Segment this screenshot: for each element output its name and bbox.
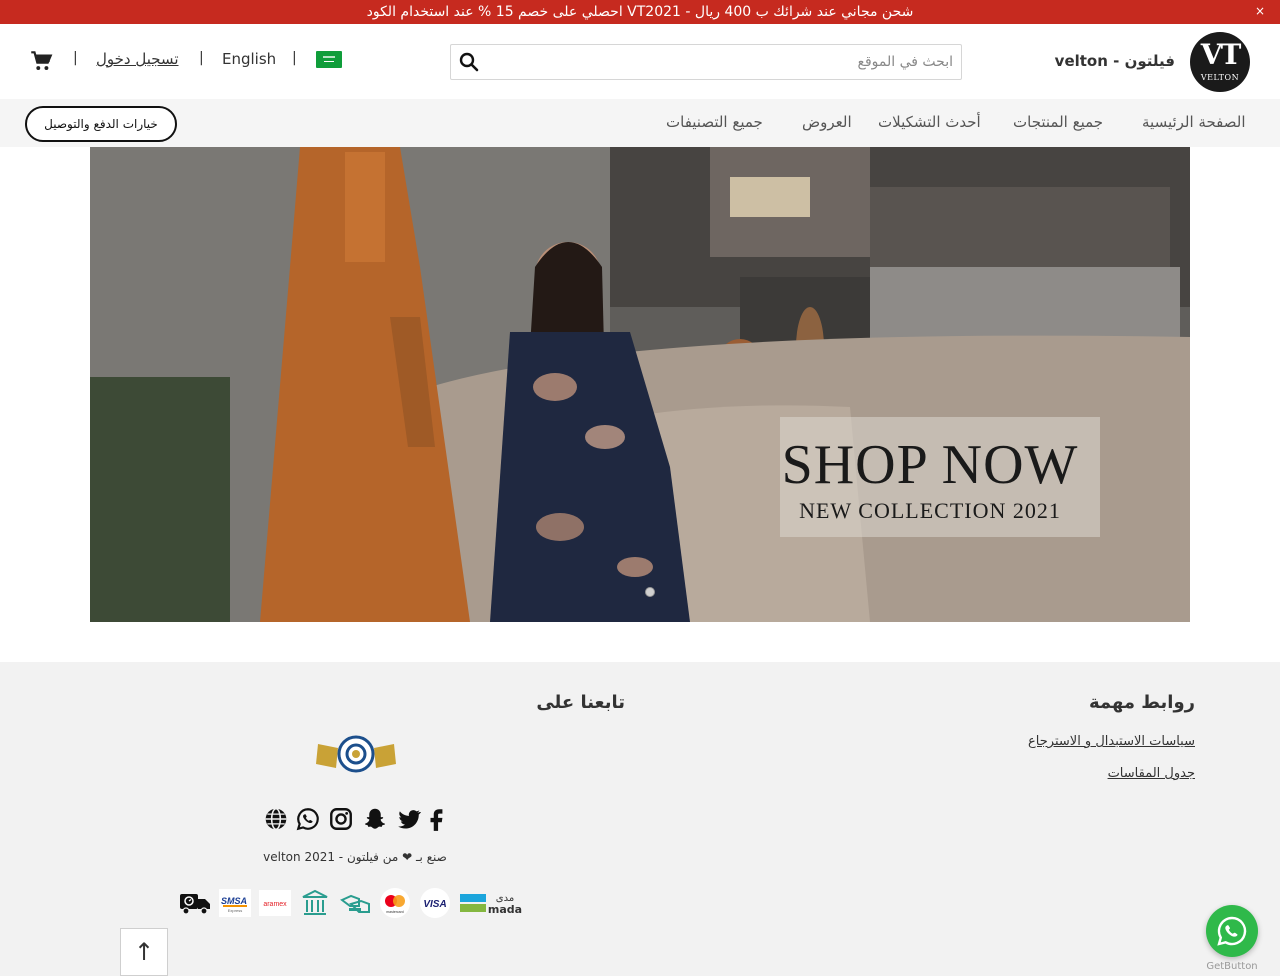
footer-links-title: روابط مهمة <box>1088 692 1195 713</box>
whatsapp-icon <box>1217 916 1247 946</box>
twitter-icon[interactable] <box>396 806 422 832</box>
close-icon[interactable]: × <box>1253 0 1267 24</box>
visa-label: VISA <box>423 899 446 910</box>
mastercard-logo-icon: mastercard <box>380 888 410 918</box>
separator: | <box>73 50 78 66</box>
footer-credit: صنع بـ ❤ من فيلتون - velton 2021 <box>263 850 447 864</box>
hero-subtitle: NEW COLLECTION 2021 <box>799 498 1061 523</box>
delivery-truck-icon <box>180 894 210 915</box>
saudi-flag-icon[interactable] <box>316 51 342 68</box>
mada-label: mada <box>488 903 522 916</box>
scroll-to-top-button[interactable]: ↑ <box>120 928 168 976</box>
separator: | <box>199 50 204 66</box>
bank-transfer-icon <box>302 889 328 915</box>
footer: روابط مهمة سياسات الاستبدال و الاسترجاع … <box>0 662 1280 976</box>
smsa-sub-label: Express <box>228 908 242 913</box>
announcement-bar: احصلي على خصم 15 % عند استخدام الكود VT2… <box>0 0 1280 24</box>
aramex-label: aramex <box>263 901 287 908</box>
mada-logo-icon: مدى mada <box>460 893 522 916</box>
nav-item-all-categories[interactable]: جميع التصنيفات <box>666 113 763 131</box>
aramex-logo-icon: aramex <box>259 890 291 916</box>
nav-item-latest-collections[interactable]: أحدث التشكيلات <box>878 113 981 131</box>
smsa-label: SMSA <box>221 896 247 906</box>
search-input[interactable] <box>491 45 953 79</box>
separator: | <box>292 50 297 66</box>
cash-on-delivery-icon <box>340 894 370 913</box>
slider-dot[interactable] <box>645 587 655 597</box>
nav-item-offers[interactable]: العروض <box>802 113 852 131</box>
trust-badge-icon[interactable] <box>316 734 396 774</box>
snapchat-icon[interactable] <box>362 806 388 832</box>
main-nav: الصفحة الرئيسية جميع المنتجات أحدث التشك… <box>0 99 1280 147</box>
getbutton-label[interactable]: GetButton <box>1200 961 1264 972</box>
header: VT VELTON فيلتون - velton | English | تس… <box>0 24 1280 99</box>
globe-icon[interactable] <box>263 806 289 832</box>
instagram-icon[interactable] <box>328 806 354 832</box>
language-switch-link[interactable]: English <box>222 50 276 68</box>
whatsapp-chat-button[interactable] <box>1206 905 1258 957</box>
store-name[interactable]: فيلتون - velton <box>1020 52 1175 70</box>
payment-delivery-button[interactable]: خيارات الدفع والتوصيل <box>25 106 177 142</box>
logo-word: VELTON <box>1200 73 1240 82</box>
facebook-icon[interactable] <box>424 806 450 832</box>
returns-policy-link[interactable]: سياسات الاستبدال و الاسترجاع <box>960 734 1195 749</box>
whatsapp-icon[interactable] <box>295 806 321 832</box>
hero-image <box>90 147 1190 622</box>
mastercard-label: mastercard <box>386 910 404 914</box>
size-chart-link[interactable]: جدول المقاسات <box>960 766 1195 781</box>
smsa-logo-icon: SMSA Express <box>219 889 251 917</box>
hero-banner[interactable]: SHOP NOW NEW COLLECTION 2021 <box>90 147 1190 622</box>
logo-monogram: VT <box>1200 38 1242 71</box>
hero-title: SHOP NOW <box>781 434 1079 496</box>
login-link[interactable]: تسجيل دخول <box>96 50 179 68</box>
follow-us-title: تابعنا على <box>536 692 625 713</box>
nav-item-all-products[interactable]: جميع المنتجات <box>1013 113 1103 131</box>
nav-item-home[interactable]: الصفحة الرئيسية <box>1142 113 1246 131</box>
search-icon[interactable] <box>457 50 481 74</box>
cart-icon[interactable] <box>28 48 54 74</box>
store-logo[interactable]: VT VELTON <box>1190 32 1250 92</box>
search-bar <box>450 44 962 80</box>
visa-logo-icon: VISA <box>420 888 450 918</box>
announcement-text: احصلي على خصم 15 % عند استخدام الكود VT2… <box>366 4 914 20</box>
